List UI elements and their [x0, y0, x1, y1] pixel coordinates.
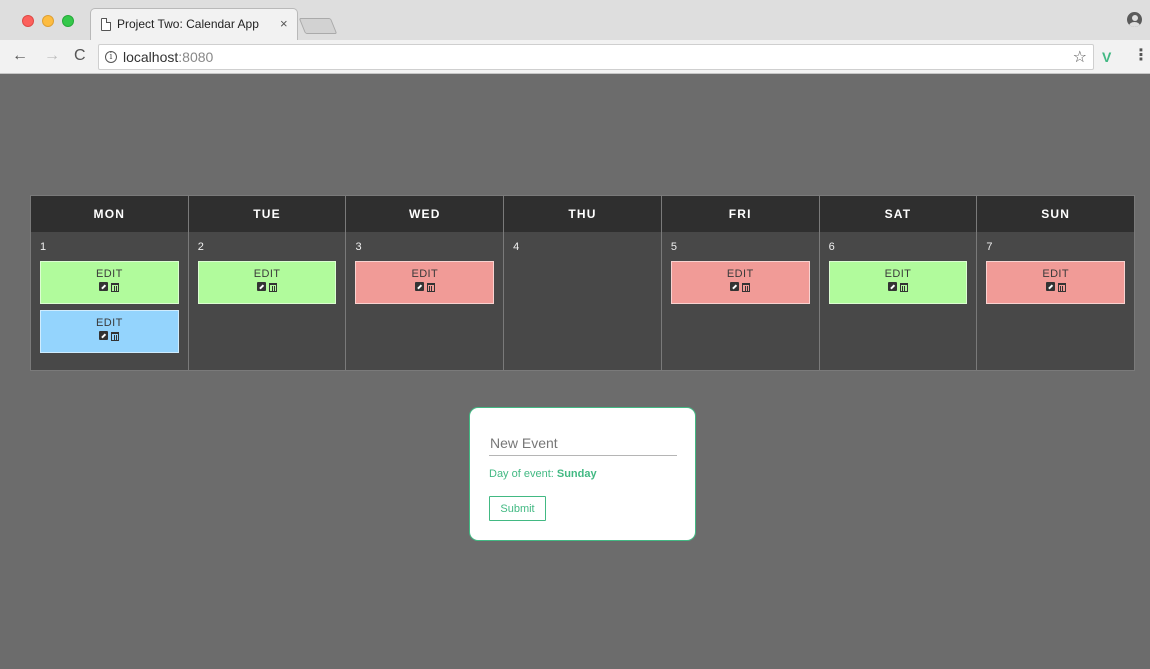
- url-port: :8080: [178, 49, 214, 65]
- event-edit-label[interactable]: EDIT: [987, 268, 1124, 280]
- back-arrow-icon[interactable]: ←: [12, 47, 28, 65]
- day-body[interactable]: 6 EDIT: [819, 232, 977, 370]
- url-host: localhost: [123, 49, 179, 65]
- day-header: TUE: [188, 196, 346, 232]
- edit-icon[interactable]: [99, 331, 109, 340]
- event-actions: [199, 282, 336, 293]
- day-header: THU: [504, 196, 661, 232]
- event-card[interactable]: EDIT: [40, 310, 179, 353]
- submit-button[interactable]: Submit: [489, 496, 546, 521]
- day-number: 1: [40, 241, 47, 253]
- info-icon[interactable]: i: [105, 51, 117, 63]
- new-event-form: Day of event: Sunday Submit: [469, 407, 696, 541]
- profile-icon[interactable]: [1127, 12, 1142, 27]
- day-column-sun: SUN 7 EDIT: [977, 196, 1135, 370]
- event-actions: [830, 282, 967, 293]
- day-header: WED: [346, 196, 504, 232]
- trash-icon[interactable]: [111, 332, 120, 341]
- day-header: SUN: [977, 196, 1135, 232]
- week-calendar: MON 1 EDIT EDIT TUE 2 EDIT WED 3 EDIT THU 4 FRI 5 EDIT…: [30, 195, 1135, 371]
- event-card[interactable]: EDIT: [828, 261, 968, 304]
- day-number: 7: [986, 241, 993, 253]
- event-card[interactable]: EDIT: [355, 261, 495, 304]
- day-body[interactable]: 5 EDIT: [661, 232, 819, 370]
- day-body[interactable]: 4: [504, 232, 661, 370]
- browser-tabstrip: Project Two: Calendar App ×: [0, 0, 1150, 40]
- day-column-tue: TUE 2 EDIT: [188, 196, 347, 370]
- day-body[interactable]: 2 EDIT: [188, 232, 346, 370]
- event-card[interactable]: EDIT: [986, 261, 1126, 304]
- maximize-window-button[interactable]: [62, 15, 74, 27]
- day-body[interactable]: 7 EDIT: [977, 232, 1135, 370]
- browser-toolbar: ← → C i localhost:8080 ☆ V ⋮: [0, 40, 1150, 74]
- day-column-fri: FRI 5 EDIT: [661, 196, 820, 370]
- event-edit-label[interactable]: EDIT: [356, 268, 493, 280]
- event-actions: [987, 282, 1124, 293]
- event-actions: [672, 282, 809, 293]
- trash-icon[interactable]: [742, 283, 751, 292]
- trash-icon[interactable]: [426, 283, 435, 292]
- trash-icon[interactable]: [1057, 283, 1066, 292]
- day-column-wed: WED 3 EDIT: [346, 196, 505, 370]
- day-column-sat: SAT 6 EDIT: [819, 196, 978, 370]
- tab-close-icon[interactable]: ×: [280, 16, 288, 31]
- event-actions: [356, 282, 493, 293]
- edit-icon[interactable]: [414, 282, 424, 291]
- day-of-event-label: Day of event:: [489, 468, 557, 480]
- event-edit-label[interactable]: EDIT: [672, 268, 809, 280]
- day-number: 6: [828, 241, 835, 253]
- day-body[interactable]: 3 EDIT: [346, 232, 504, 370]
- day-of-event-text: Day of event: Sunday: [489, 468, 597, 480]
- day-number: 4: [513, 241, 520, 253]
- edit-icon[interactable]: [730, 282, 740, 291]
- day-header: MON: [31, 196, 188, 232]
- event-edit-label[interactable]: EDIT: [199, 268, 336, 280]
- minimize-window-button[interactable]: [42, 15, 54, 27]
- edit-icon[interactable]: [1045, 282, 1055, 291]
- day-body[interactable]: 1 EDIT EDIT: [31, 232, 188, 370]
- trash-icon[interactable]: [111, 283, 120, 292]
- day-number: 2: [197, 241, 204, 253]
- edit-icon[interactable]: [887, 282, 897, 291]
- browser-tab[interactable]: Project Two: Calendar App ×: [90, 8, 298, 40]
- new-event-input[interactable]: [489, 430, 677, 456]
- event-card[interactable]: EDIT: [670, 261, 810, 304]
- day-header: SAT: [819, 196, 977, 232]
- browser-menu-icon[interactable]: ⋮: [1133, 45, 1149, 65]
- trash-icon[interactable]: [269, 283, 278, 292]
- page-content: MON 1 EDIT EDIT TUE 2 EDIT WED 3 EDIT THU 4 FRI 5 EDIT…: [0, 75, 1150, 669]
- edit-icon[interactable]: [99, 282, 109, 291]
- event-actions: [41, 282, 178, 293]
- day-column-mon: MON 1 EDIT EDIT: [31, 196, 189, 370]
- bookmark-star-icon[interactable]: ☆: [1073, 47, 1087, 67]
- day-number: 5: [670, 241, 677, 253]
- event-edit-label[interactable]: EDIT: [41, 268, 178, 280]
- day-of-event-value: Sunday: [556, 468, 597, 480]
- trash-icon[interactable]: [899, 283, 908, 292]
- event-card[interactable]: EDIT: [197, 261, 337, 304]
- event-actions: [41, 331, 178, 342]
- event-edit-label[interactable]: EDIT: [830, 268, 967, 280]
- document-icon: [101, 18, 111, 31]
- address-bar[interactable]: i localhost:8080 ☆: [98, 44, 1094, 70]
- new-tab-button[interactable]: [298, 18, 338, 34]
- forward-arrow-icon[interactable]: →: [44, 47, 60, 65]
- edit-icon[interactable]: [257, 282, 267, 291]
- reload-icon[interactable]: C: [74, 47, 86, 65]
- tab-title: Project Two: Calendar App: [117, 17, 259, 31]
- event-edit-label[interactable]: EDIT: [41, 317, 178, 329]
- day-header: FRI: [661, 196, 819, 232]
- close-window-button[interactable]: [22, 15, 34, 27]
- vue-devtools-icon[interactable]: V: [1102, 49, 1111, 65]
- day-column-thu: THU 4: [504, 196, 662, 370]
- day-number: 3: [355, 241, 362, 253]
- event-card[interactable]: EDIT: [40, 261, 179, 304]
- url-text[interactable]: localhost:8080: [123, 49, 213, 65]
